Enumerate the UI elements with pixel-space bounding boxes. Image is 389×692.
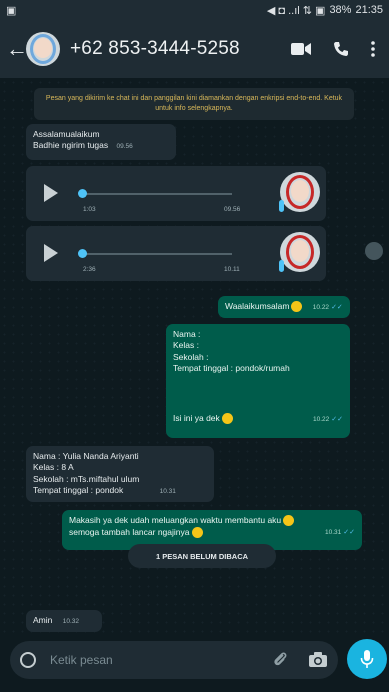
message-text: Nama : bbox=[173, 329, 201, 339]
gallery-notification-icon: ▣ bbox=[6, 4, 17, 17]
message-text: semoga tambah lancar ngajinya bbox=[69, 526, 190, 537]
message-text: Amin bbox=[33, 615, 53, 625]
message-text: Tempat tinggal : pondok/rumah bbox=[173, 363, 290, 374]
mic-icon bbox=[279, 260, 284, 272]
message-text: Badhie ngirim tugas bbox=[33, 140, 109, 151]
clock: 21:35 bbox=[355, 4, 383, 16]
battery-level: 38% bbox=[329, 4, 352, 16]
audio-seek-handle[interactable] bbox=[78, 189, 87, 198]
message-outgoing[interactable]: Nama : Kelas : Sekolah : Tempat tinggal … bbox=[166, 324, 350, 438]
grin-emoji-icon bbox=[191, 526, 203, 538]
double-check-icon: ✓✓ bbox=[331, 304, 343, 311]
message-time: 10.31 bbox=[324, 529, 342, 537]
message-incoming[interactable]: Assalamualaikum Badhie ngirim tugas 09.5… bbox=[26, 124, 176, 160]
message-text: Isi ini ya dek bbox=[173, 413, 220, 424]
message-text: Assalamualaikum bbox=[33, 129, 100, 139]
contact-name[interactable]: +62 853-3444-5258 bbox=[70, 38, 291, 60]
message-time: 10.32 bbox=[62, 618, 80, 625]
chat-header: ← +62 853-3444-5258 bbox=[0, 20, 389, 78]
contact-avatar[interactable] bbox=[26, 32, 60, 66]
play-icon[interactable] bbox=[44, 184, 58, 202]
phone-icon[interactable] bbox=[333, 41, 349, 57]
attach-icon[interactable] bbox=[272, 651, 288, 674]
smile-emoji-icon bbox=[221, 413, 233, 425]
message-text: Sekolah : mTs.miftahul ulum bbox=[33, 473, 140, 484]
sender-avatar bbox=[280, 232, 320, 272]
message-time: 09.56 bbox=[224, 206, 241, 213]
grin-emoji-icon bbox=[283, 515, 295, 527]
message-time: 09.56 bbox=[116, 143, 133, 151]
message-text: Sekolah : bbox=[173, 351, 209, 362]
encryption-notice[interactable]: Pesan yang dikirim ke chat ini dan pangg… bbox=[34, 88, 354, 120]
audio-seek-handle[interactable] bbox=[78, 249, 87, 258]
audio-progress-track[interactable] bbox=[82, 253, 232, 255]
grin-emoji-icon bbox=[291, 301, 303, 313]
message-outgoing[interactable]: Waalaikumsalam 10.22 ✓✓ bbox=[218, 296, 350, 318]
unread-messages-divider: 1 PESAN BELUM DIBACA bbox=[128, 544, 276, 568]
voice-message[interactable]: 1:03 09.56 bbox=[26, 166, 326, 221]
message-text: Waalaikumsalam bbox=[225, 301, 290, 311]
camera-icon[interactable] bbox=[308, 651, 328, 673]
message-time: 10.31 bbox=[159, 488, 176, 496]
arrow-left-icon[interactable]: ← bbox=[6, 36, 28, 62]
message-time: 10.11 bbox=[224, 266, 240, 273]
mic-icon bbox=[360, 650, 374, 668]
emoji-icon[interactable] bbox=[20, 652, 36, 668]
sender-avatar bbox=[280, 172, 320, 212]
composer-bar: Ketik pesan bbox=[0, 634, 389, 692]
mic-icon bbox=[279, 200, 284, 212]
message-incoming[interactable]: Nama : Yulia Nanda Ariyanti Kelas : 8 A … bbox=[26, 446, 214, 502]
scroll-down-button[interactable] bbox=[365, 242, 383, 260]
message-text: Kelas : bbox=[173, 340, 199, 351]
chat-area[interactable]: Pesan yang dikirim ke chat ini dan pangg… bbox=[0, 78, 389, 634]
message-input-box[interactable]: Ketik pesan bbox=[10, 641, 338, 679]
mic-button[interactable] bbox=[347, 639, 387, 679]
message-text: Tempat tinggal : pondok bbox=[33, 485, 124, 496]
play-icon[interactable] bbox=[44, 244, 58, 262]
voice-duration: 1:03 bbox=[83, 206, 96, 213]
message-input[interactable]: Ketik pesan bbox=[50, 653, 113, 667]
status-bar: ▣ ◀ ◘ ..ıl ⇅ ▣ 38% 21:35 bbox=[0, 0, 389, 20]
message-incoming[interactable]: Amin 10.32 bbox=[26, 610, 102, 632]
double-check-icon: ✓✓ bbox=[331, 415, 343, 423]
message-time: 10.22 bbox=[312, 415, 330, 423]
message-time: 10.22 bbox=[312, 304, 330, 311]
more-vert-icon[interactable] bbox=[371, 41, 375, 57]
message-text: Nama : Yulia Nanda Ariyanti bbox=[33, 451, 139, 461]
voice-message[interactable]: 2:36 10.11 bbox=[26, 226, 326, 281]
video-call-icon[interactable] bbox=[291, 42, 311, 56]
message-text: Makasih ya dek udah meluangkan waktu mem… bbox=[69, 515, 282, 525]
voice-duration: 2:36 bbox=[83, 266, 96, 273]
double-check-icon: ✓✓ bbox=[343, 529, 355, 537]
message-text: Kelas : 8 A bbox=[33, 462, 74, 473]
audio-progress-track[interactable] bbox=[82, 193, 232, 195]
status-indicators: ◀ ◘ ..ıl ⇅ ▣ bbox=[266, 4, 326, 17]
